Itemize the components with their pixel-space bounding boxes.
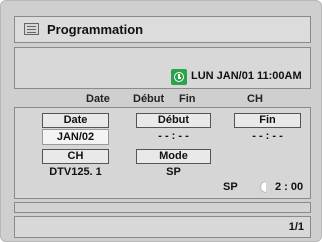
column-headers: Date Début Fin CH [14, 93, 311, 107]
clock-bar: LUN JAN/01 11:00AM [14, 47, 311, 89]
page-indicator: 1/1 [288, 221, 304, 233]
channel-label[interactable]: CH [42, 149, 109, 164]
date-label[interactable]: Date [42, 113, 109, 128]
end-time-field[interactable]: - - : - - [234, 129, 301, 144]
column-header-debut: Début [133, 93, 165, 105]
menu-list-icon [24, 23, 39, 35]
date-field[interactable]: JAN/02 [42, 129, 109, 145]
mode-field[interactable]: SP [136, 165, 211, 180]
start-time-field[interactable]: - - : - - [136, 129, 211, 144]
title-bar: Programmation [14, 16, 311, 43]
footer-bar: 1/1 [14, 216, 311, 238]
mode-label[interactable]: Mode [136, 149, 211, 164]
channel-field[interactable]: DTV125. 1 [32, 165, 119, 180]
programmation-screen: Programmation LUN JAN/01 11:00AM Date Dé… [0, 0, 322, 242]
recording-mode-indicator: SP [223, 181, 238, 193]
recording-duration: 2 : 00 [275, 181, 304, 193]
column-header-date: Date [86, 93, 110, 105]
current-datetime: LUN JAN/01 11:00AM [191, 70, 302, 82]
info-bar [14, 202, 311, 213]
column-header-fin: Fin [179, 93, 196, 105]
page-title: Programmation [47, 22, 144, 37]
start-time-label[interactable]: Début [136, 113, 211, 128]
program-entry-panel: Date JAN/02 Début - - : - - Fin - - : - … [14, 107, 311, 199]
end-time-label[interactable]: Fin [234, 113, 301, 128]
column-header-ch: CH [247, 93, 263, 105]
half-moon-icon [260, 181, 272, 193]
clock-icon [171, 69, 187, 85]
